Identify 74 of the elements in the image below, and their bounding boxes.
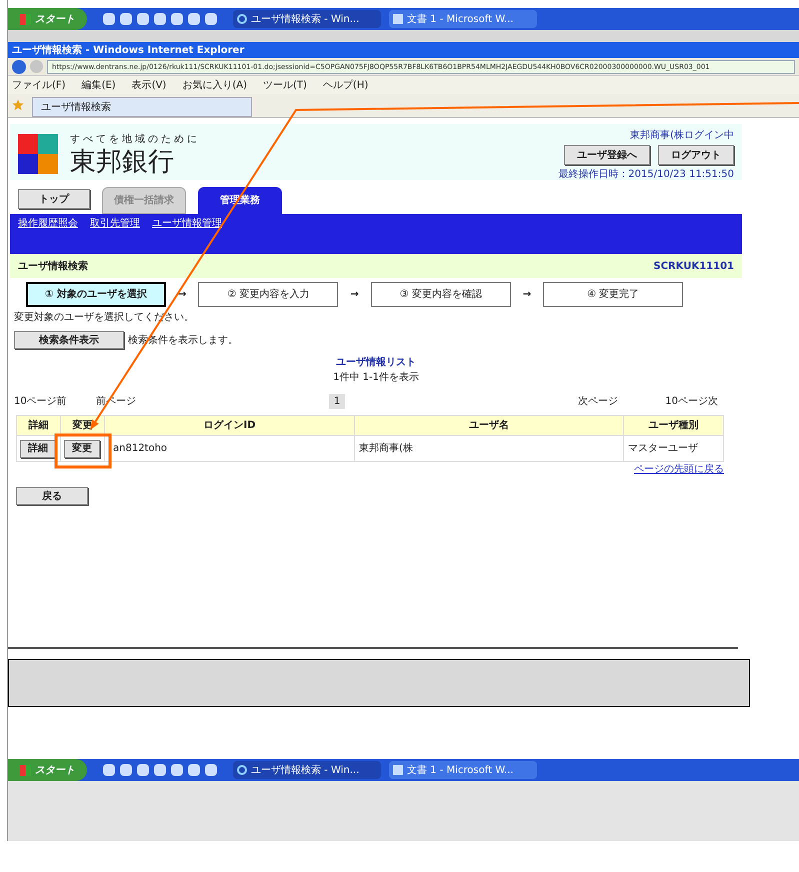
quick-launch-icon[interactable]	[205, 764, 217, 776]
window-title: ユーザ情報検索 - Windows Internet Explorer	[8, 42, 799, 58]
pagination-link[interactable]: 10ページ次	[658, 394, 718, 408]
last-operation-time: 最終操作日時：2015/10/23 11:51:50	[558, 168, 734, 182]
start-button[interactable]: スタート	[8, 759, 87, 781]
bank-logo-icon	[18, 134, 58, 174]
list-title: ユーザ情報リスト	[336, 356, 416, 370]
top-button[interactable]: トップ	[18, 189, 90, 209]
browser-icon	[237, 14, 247, 24]
quick-launch-icon[interactable]	[171, 13, 183, 25]
step-box: ③ 変更内容を確認	[370, 282, 511, 306]
pagination-link[interactable]: 次ページ	[578, 394, 658, 408]
table-cell: 東邦商事(株	[354, 436, 624, 462]
quick-launch-icon[interactable]	[188, 764, 200, 776]
result-count: 1件中 1-1件を表示	[333, 370, 419, 385]
column-header: 詳細	[16, 416, 60, 436]
start-button[interactable]: スタート	[8, 8, 87, 30]
document-icon	[393, 14, 403, 24]
quick-launch-icon[interactable]	[205, 13, 217, 25]
windows-logo-icon	[20, 764, 31, 776]
back-button[interactable]	[12, 60, 26, 74]
step-box: ④ 変更完了	[543, 282, 684, 306]
menu-item[interactable]: ツール(T)	[263, 78, 307, 92]
quick-launch-icon[interactable]	[154, 13, 166, 25]
highlight-frame	[54, 434, 112, 468]
menu-item[interactable]: ファイル(F)	[12, 78, 66, 92]
menu-item[interactable]: 編集(E)	[82, 78, 116, 92]
step-arrow: →	[522, 288, 532, 302]
star-icon[interactable]	[12, 99, 24, 111]
taskbar-button[interactable]: ユーザ情報検索 - Win...	[233, 761, 381, 779]
header-button[interactable]: ログアウト	[658, 145, 734, 165]
page-title: ユーザ情報検索	[18, 260, 88, 274]
quick-launch-icon[interactable]	[120, 13, 132, 25]
quick-launch-icon[interactable]	[137, 764, 149, 776]
login-status: 東邦商事(株ログイン中	[630, 128, 734, 143]
column-header: ログインID	[104, 416, 354, 436]
quick-launch-icon[interactable]	[103, 13, 115, 25]
change-button[interactable]: 変更	[64, 440, 100, 458]
screen-id: SCRKUK11101	[654, 260, 734, 274]
taskbar-button[interactable]: 文書 1 - Microsoft W...	[389, 761, 537, 779]
quick-launch-icon[interactable]	[188, 13, 200, 25]
browser-tab[interactable]: ユーザ情報検索	[32, 97, 252, 117]
pagination-link[interactable]: 10ページ前	[14, 394, 96, 408]
windows-logo-icon	[20, 14, 31, 24]
quick-launch-icon[interactable]	[171, 764, 183, 776]
tagline: すべてを地域のために	[70, 132, 200, 146]
sub-nav-link[interactable]: 取引先管理	[90, 216, 140, 231]
step-box: ② 変更内容を入力	[198, 282, 338, 306]
quick-launch-icon[interactable]	[154, 764, 166, 776]
menu-item[interactable]: ヘルプ(H)	[322, 78, 368, 92]
step-arrow: →	[350, 288, 359, 302]
quick-launch-icon[interactable]	[103, 764, 115, 776]
sub-nav-link[interactable]: 操作履歴照会	[18, 216, 78, 231]
column-header: ユーザ名	[354, 416, 624, 436]
detail-button[interactable]: 詳細	[20, 440, 56, 458]
quick-launch-icon[interactable]	[120, 764, 132, 776]
search-conditions-button[interactable]: 検索条件表示	[14, 331, 124, 349]
document-icon	[393, 765, 403, 775]
column-header: ユーザ種別	[624, 416, 724, 436]
menu-item[interactable]: 表示(V)	[132, 78, 166, 92]
step-box: ① 対象のユーザを選択	[26, 282, 166, 306]
menu-item[interactable]: お気に入り(A)	[182, 78, 247, 92]
taskbar-button[interactable]: ユーザ情報検索 - Win...	[233, 10, 381, 28]
back-to-top-link[interactable]: ページの先頭に戻る	[634, 462, 724, 477]
taskbar-button[interactable]: 文書 1 - Microsoft W...	[389, 10, 537, 28]
table-cell: マスターユーザ	[624, 436, 724, 462]
page-number[interactable]: 1	[328, 394, 346, 408]
sub-nav-link[interactable]: ユーザ情報管理	[152, 216, 222, 231]
browser-icon	[237, 765, 247, 775]
header-button[interactable]: ユーザ登録へ	[564, 145, 650, 165]
back-button[interactable]: 戻る	[16, 487, 88, 505]
bank-name: 東邦銀行	[70, 146, 175, 176]
quick-launch-icon[interactable]	[137, 13, 149, 25]
step-arrow: →	[178, 288, 186, 302]
